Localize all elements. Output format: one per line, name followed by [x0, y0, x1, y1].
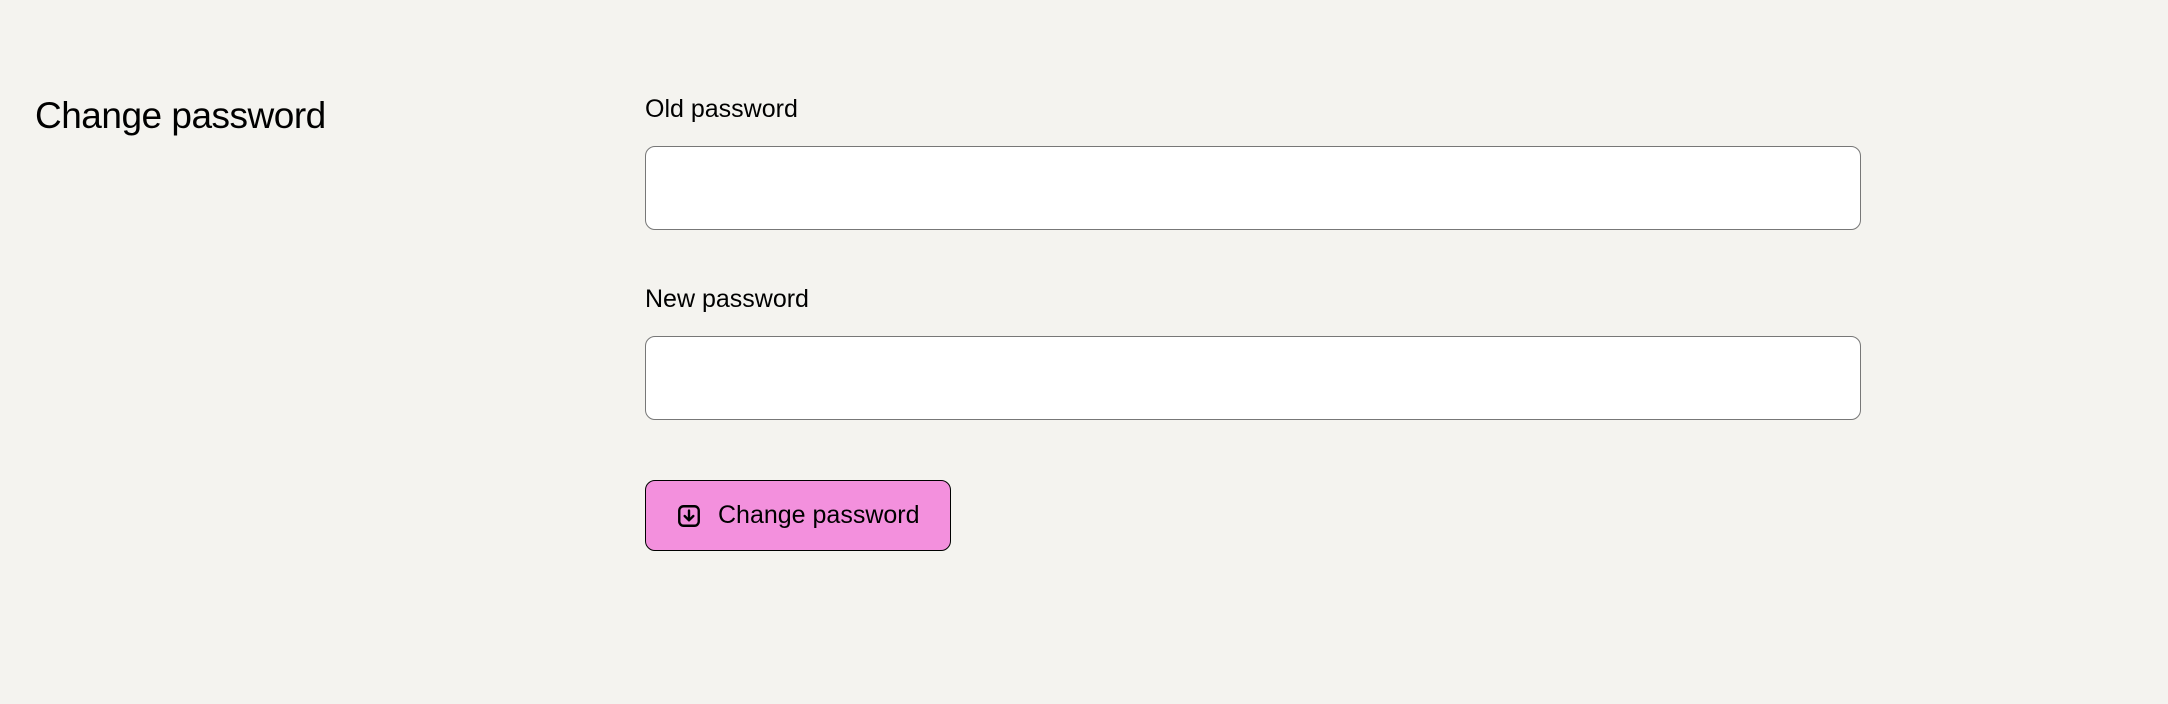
old-password-label: Old password: [645, 95, 1861, 124]
new-password-label: New password: [645, 285, 1861, 314]
download-arrow-icon: [676, 503, 702, 529]
new-password-input[interactable]: [645, 336, 1861, 420]
page-title: Change password: [35, 95, 510, 137]
change-password-button[interactable]: Change password: [645, 480, 951, 551]
old-password-input[interactable]: [645, 146, 1861, 230]
change-password-button-label: Change password: [718, 501, 920, 530]
old-password-group: Old password: [645, 95, 1861, 230]
new-password-group: New password: [645, 285, 1861, 420]
